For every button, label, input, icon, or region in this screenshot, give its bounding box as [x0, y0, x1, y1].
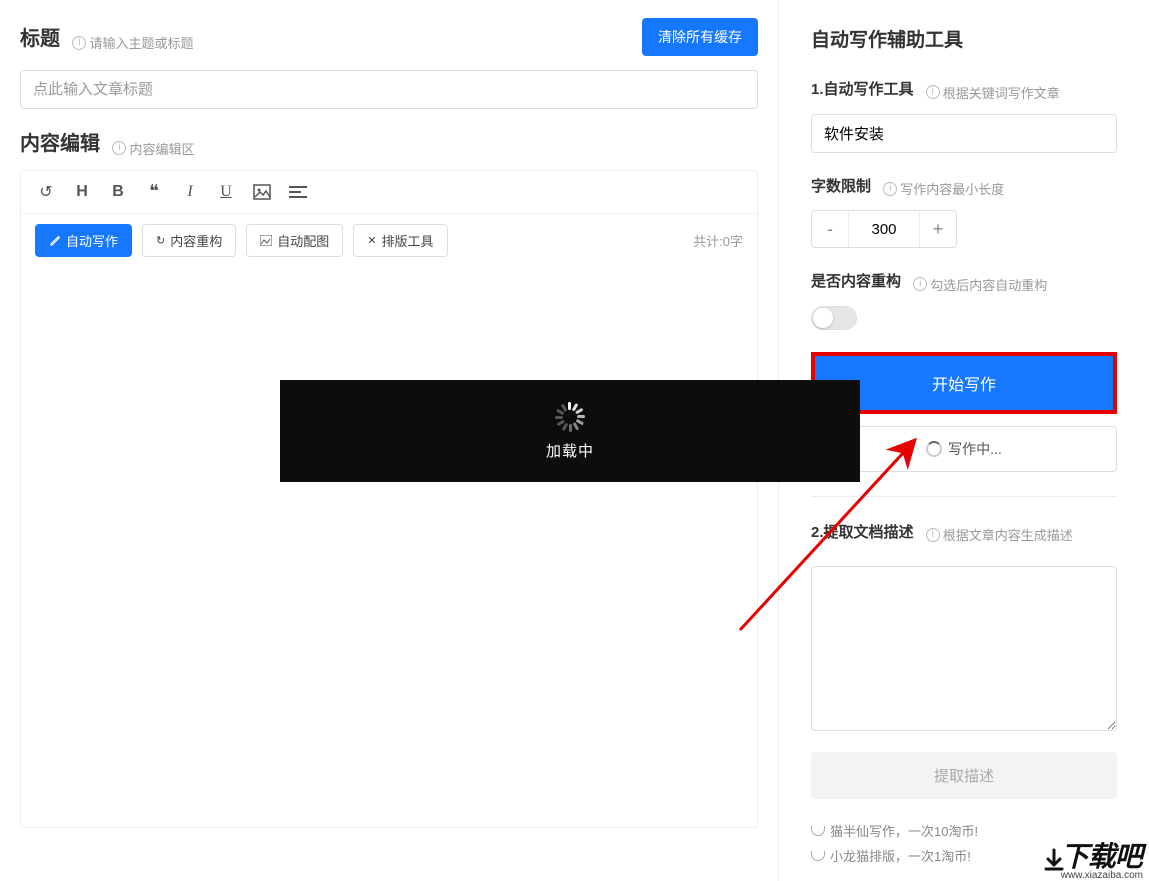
bold-icon[interactable]: B — [107, 181, 129, 203]
info-icon: i — [913, 277, 927, 291]
step-plus-button[interactable]: + — [920, 211, 956, 247]
title-hint: i请输入主题或标题 — [72, 33, 193, 52]
action-toolbar: 自动写作 ↻内容重构 自动配图 ✕排版工具 共计:0字 — [21, 214, 757, 267]
title-label: 标题 — [20, 28, 60, 50]
cost-note-1: 猫半仙写作，一次10淘币! — [811, 821, 1117, 840]
article-title-input[interactable] — [20, 70, 758, 109]
watermark: 下载吧 www.xiazaiba.com — [1043, 841, 1149, 881]
undo-icon[interactable]: ↺ — [35, 181, 57, 203]
bowl-icon — [811, 851, 825, 861]
layout-tool-button[interactable]: ✕排版工具 — [353, 224, 447, 257]
word-limit-stepper: - + — [811, 210, 957, 248]
restructure-toggle-label: 是否内容重构 i勾选后内容自动重构 — [811, 270, 1117, 294]
restructure-button[interactable]: ↻内容重构 — [142, 224, 236, 257]
underline-icon[interactable]: U — [215, 181, 237, 203]
word-count: 共计:0字 — [693, 231, 743, 250]
info-icon: i — [883, 182, 897, 196]
extract-description-button[interactable]: 提取描述 — [811, 752, 1117, 799]
info-icon: i — [112, 141, 126, 155]
word-limit-label: 字数限制 i写作内容最小长度 — [811, 175, 1117, 199]
editor-container: ↺ H B ❝ I U 自动写作 ↻内容重构 自动配图 ✕排版工具 共计:0字 — [20, 170, 758, 828]
heading-icon[interactable]: H — [71, 181, 93, 203]
auto-write-button[interactable]: 自动写作 — [35, 224, 132, 257]
image-icon[interactable] — [251, 181, 273, 203]
quote-icon[interactable]: ❝ — [143, 181, 165, 203]
info-icon: i — [926, 85, 940, 99]
sidebar-title: 自动写作辅助工具 — [811, 25, 1117, 52]
auto-image-button[interactable]: 自动配图 — [246, 224, 343, 257]
format-toolbar: ↺ H B ❝ I U — [21, 171, 757, 214]
align-icon[interactable] — [287, 181, 309, 203]
restructure-toggle[interactable] — [811, 306, 857, 330]
italic-icon[interactable]: I — [179, 181, 201, 203]
clear-cache-button[interactable]: 清除所有缓存 — [642, 18, 758, 56]
loading-modal: 加载中 — [280, 380, 860, 482]
keyword-input[interactable] — [811, 114, 1117, 153]
auto-write-section-label: 1.自动写作工具 i根据关键词写作文章 — [811, 78, 1117, 102]
step-minus-button[interactable]: - — [812, 211, 848, 247]
extract-section-label: 2.提取文档描述 i根据文章内容生成描述 — [811, 521, 1117, 545]
content-hint: i内容编辑区 — [112, 139, 194, 158]
editor-body[interactable] — [21, 267, 757, 827]
bowl-icon — [811, 826, 825, 836]
spinner-icon — [926, 441, 942, 457]
info-icon: i — [72, 36, 86, 50]
loading-spinner-icon — [555, 402, 585, 432]
description-textarea[interactable] — [811, 566, 1117, 731]
content-edit-label: 内容编辑 — [20, 133, 100, 155]
word-limit-value[interactable] — [848, 211, 920, 247]
loading-text: 加载中 — [546, 440, 594, 461]
info-icon: i — [926, 528, 940, 542]
